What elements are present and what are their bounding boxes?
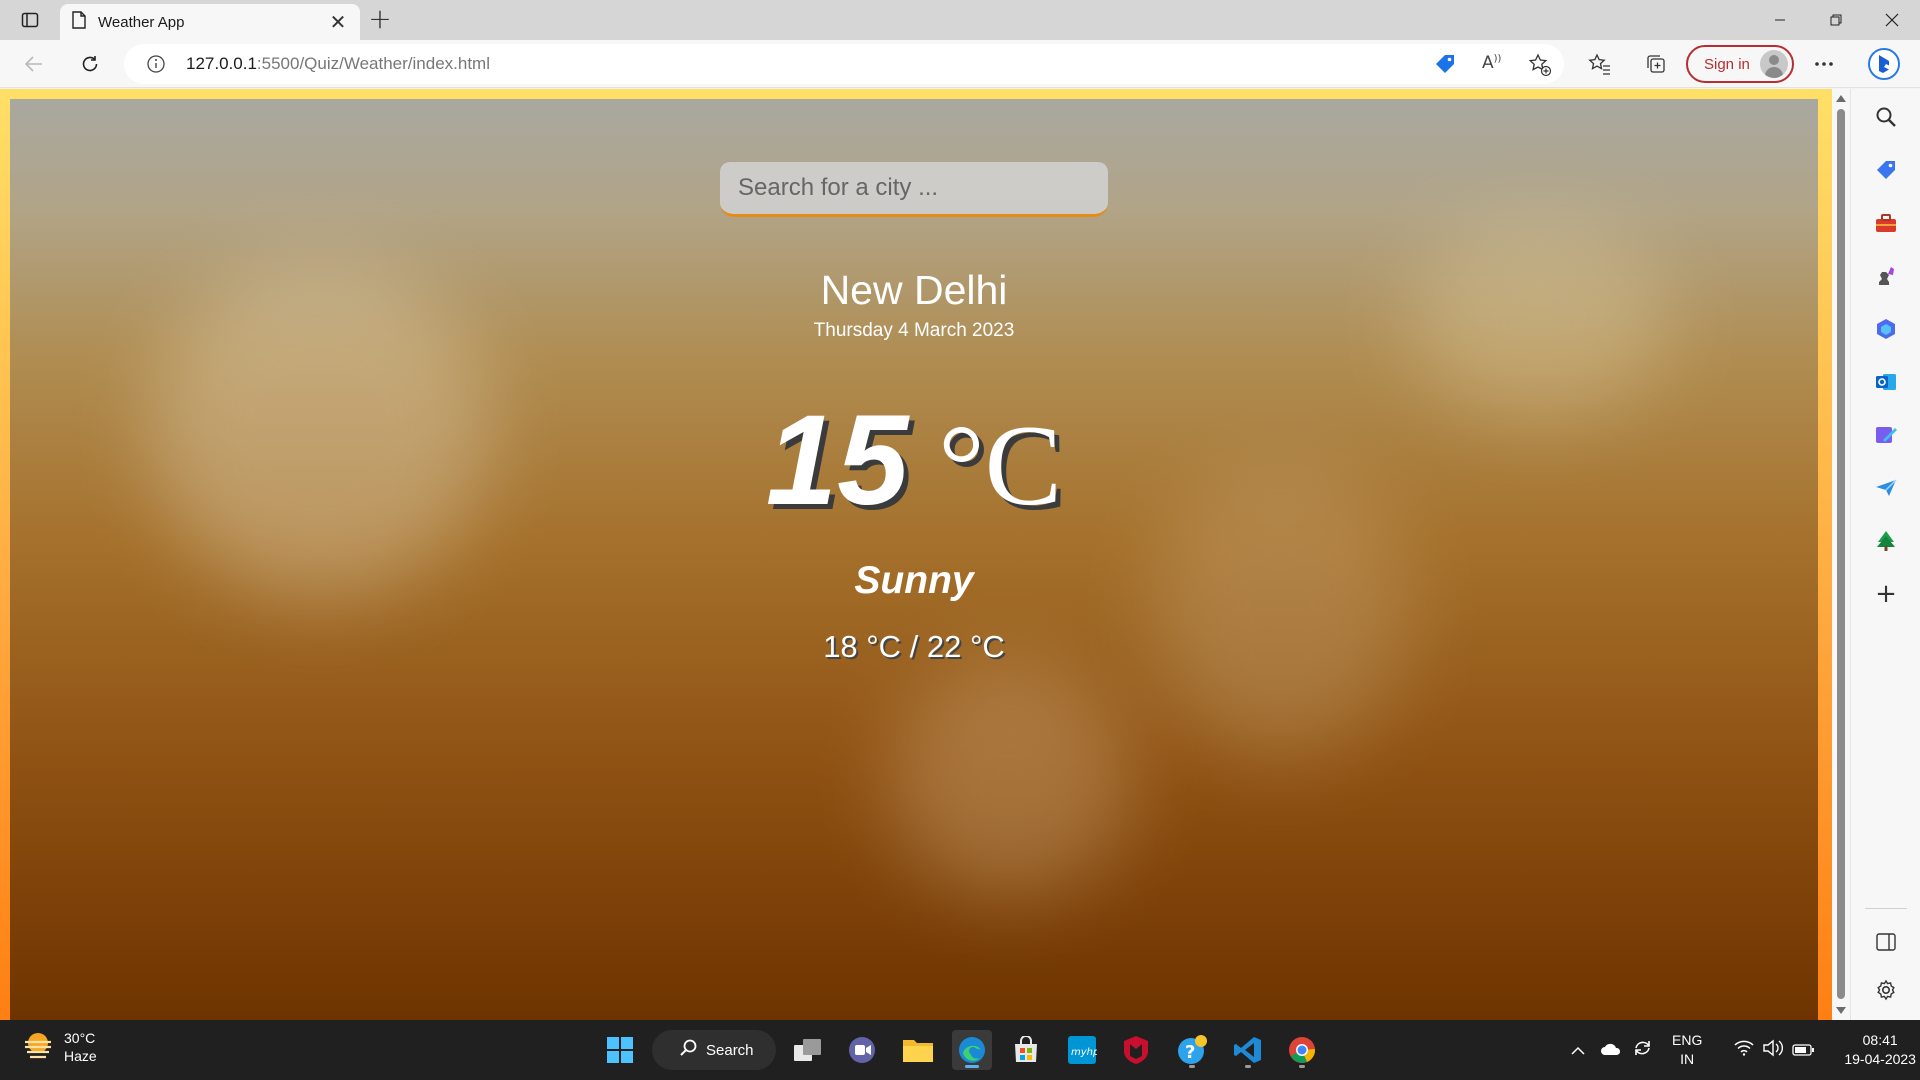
sidebar-add-icon[interactable]: + bbox=[1871, 579, 1901, 609]
more-options-icon[interactable] bbox=[1810, 50, 1838, 78]
taskbar-search-button[interactable]: Search bbox=[652, 1030, 776, 1070]
svg-text:?: ? bbox=[1185, 1042, 1195, 1063]
running-app-indicator bbox=[1299, 1065, 1305, 1068]
search-icon bbox=[680, 1039, 698, 1061]
sidebar-send-icon[interactable] bbox=[1871, 473, 1901, 503]
read-aloud-icon[interactable]: A)) bbox=[1482, 53, 1501, 73]
temperature-unit: °C bbox=[938, 402, 1063, 530]
widget-temperature: 30°C bbox=[64, 1030, 96, 1046]
minimize-button[interactable] bbox=[1752, 0, 1808, 40]
wifi-icon[interactable] bbox=[1734, 1040, 1754, 1060]
close-window-button[interactable] bbox=[1864, 0, 1920, 40]
weather-condition: Sunny bbox=[854, 559, 974, 602]
back-arrow-icon[interactable] bbox=[20, 50, 48, 78]
myhp-icon[interactable]: myhp bbox=[1062, 1030, 1102, 1070]
sidebar-outlook-icon[interactable] bbox=[1871, 367, 1901, 397]
refresh-icon[interactable] bbox=[76, 50, 104, 78]
widget-condition: Haze bbox=[64, 1048, 97, 1064]
add-favorite-icon[interactable] bbox=[1528, 53, 1552, 81]
chrome-icon[interactable] bbox=[1282, 1030, 1322, 1070]
temperature-value: 15 bbox=[765, 389, 909, 532]
favorites-icon[interactable] bbox=[1586, 50, 1614, 78]
vscode-icon[interactable] bbox=[1228, 1030, 1268, 1070]
sign-in-button[interactable]: Sign in bbox=[1686, 45, 1794, 83]
show-hidden-icons-chevron-icon[interactable] bbox=[1570, 1041, 1586, 1060]
collections-icon[interactable] bbox=[1642, 50, 1670, 78]
help-icon[interactable]: ? bbox=[1172, 1030, 1212, 1070]
url-text[interactable]: 127.0.0.1:5500/Quiz/Weather/index.html bbox=[186, 54, 490, 74]
sidebar-settings-icon[interactable] bbox=[1871, 975, 1901, 1005]
tab-actions-icon[interactable] bbox=[18, 8, 42, 32]
weather-widget[interactable]: 30°C Haze bbox=[22, 1030, 97, 1064]
onedrive-cloud-icon[interactable] bbox=[1600, 1041, 1622, 1060]
sidebar-tree-icon[interactable] bbox=[1871, 526, 1901, 556]
start-menu-icon[interactable] bbox=[600, 1030, 640, 1070]
background-glow bbox=[890, 659, 1130, 899]
sync-icon[interactable] bbox=[1632, 1037, 1654, 1063]
close-tab-icon[interactable]: ✕ bbox=[328, 12, 348, 32]
scroll-thumb[interactable] bbox=[1837, 109, 1845, 999]
browser-tab[interactable]: Weather App ✕ bbox=[60, 4, 360, 40]
sidebar-divider bbox=[1865, 908, 1907, 909]
file-explorer-icon[interactable] bbox=[898, 1030, 938, 1070]
scroll-up-arrow-icon[interactable] bbox=[1836, 95, 1846, 102]
task-view-icon[interactable] bbox=[788, 1030, 828, 1070]
current-date: Thursday 4 March 2023 bbox=[813, 320, 1015, 341]
city-name: New Delhi bbox=[820, 267, 1008, 313]
sidebar-shopping-icon[interactable] bbox=[1871, 155, 1901, 185]
window-controls bbox=[1752, 0, 1920, 40]
input-language[interactable]: ENG IN bbox=[1672, 1031, 1702, 1069]
temperature-display: 15 °C bbox=[10, 387, 1818, 534]
weather-app: New Delhi Thursday 4 March 2023 15°C Sun… bbox=[10, 99, 1818, 1020]
page-viewport: New Delhi Thursday 4 March 2023 15°C Sun… bbox=[0, 89, 1834, 1020]
avatar bbox=[1760, 50, 1788, 78]
running-app-indicator bbox=[1245, 1065, 1251, 1068]
bing-chat-icon[interactable] bbox=[1866, 46, 1902, 82]
sidebar-layout-icon[interactable] bbox=[1871, 927, 1901, 957]
mcafee-icon[interactable] bbox=[1116, 1030, 1156, 1070]
clock[interactable]: 08:41 19-04-2023 bbox=[1844, 1031, 1916, 1069]
sidebar-search-icon[interactable] bbox=[1871, 102, 1901, 132]
restore-button[interactable] bbox=[1808, 0, 1864, 40]
sidebar-games-icon[interactable] bbox=[1871, 261, 1901, 291]
active-app-indicator bbox=[965, 1065, 979, 1068]
edge-browser-icon[interactable] bbox=[952, 1030, 992, 1070]
shopping-tag-icon[interactable] bbox=[1434, 53, 1456, 79]
windows-taskbar: 30°C Haze Search myhp ? ENG IN 08:41 19-… bbox=[0, 1020, 1920, 1080]
microsoft-store-icon[interactable] bbox=[1006, 1030, 1046, 1070]
new-tab-button[interactable]: + bbox=[366, 5, 394, 34]
running-app-indicator bbox=[1189, 1065, 1195, 1068]
scroll-down-arrow-icon[interactable] bbox=[1836, 1007, 1846, 1014]
battery-icon[interactable] bbox=[1792, 1041, 1815, 1060]
edge-sidebar: + bbox=[1850, 89, 1920, 1020]
browser-toolbar: 127.0.0.1:5500/Quiz/Weather/index.html A… bbox=[0, 40, 1920, 88]
site-info-icon[interactable] bbox=[146, 54, 166, 78]
sidebar-tools-icon[interactable] bbox=[1871, 208, 1901, 238]
teams-chat-icon[interactable] bbox=[842, 1030, 882, 1070]
page-scrollbar[interactable] bbox=[1832, 89, 1850, 1020]
system-tray: ENG IN 08:41 19-04-2023 bbox=[1570, 1020, 1916, 1080]
sidebar-designer-icon[interactable] bbox=[1871, 420, 1901, 450]
page-icon bbox=[72, 11, 86, 33]
volume-icon[interactable] bbox=[1762, 1039, 1784, 1061]
svg-text:myhp: myhp bbox=[1071, 1047, 1097, 1058]
browser-title-bar: Weather App ✕ + bbox=[0, 0, 1920, 40]
address-bar[interactable]: 127.0.0.1:5500/Quiz/Weather/index.html A… bbox=[124, 44, 1564, 84]
sidebar-microsoft365-icon[interactable] bbox=[1871, 314, 1901, 344]
min-max-temperature: 18 °C / 22 °C bbox=[823, 629, 1005, 664]
city-search-box[interactable] bbox=[720, 162, 1108, 217]
tab-title: Weather App bbox=[98, 13, 185, 31]
city-search-input[interactable] bbox=[720, 162, 1108, 214]
haze-weather-icon bbox=[22, 1030, 54, 1064]
